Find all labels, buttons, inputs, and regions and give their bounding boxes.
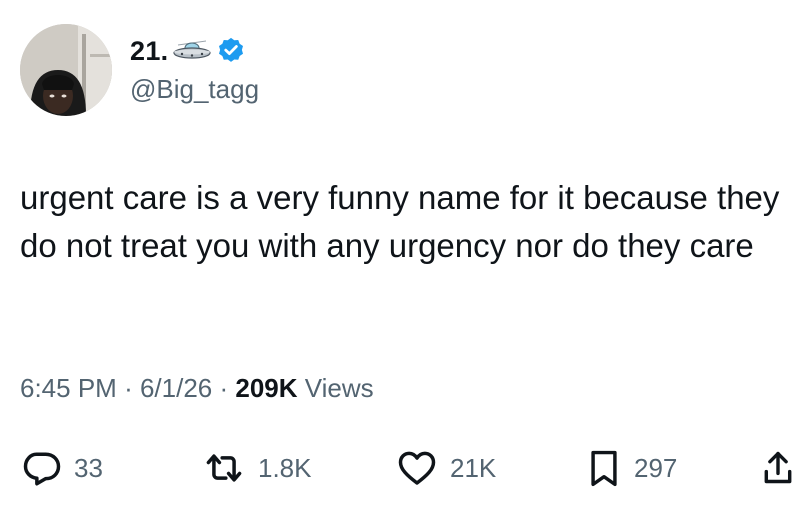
avatar[interactable] — [20, 24, 112, 116]
meta-separator: · — [219, 373, 236, 403]
meta-separator: · — [124, 373, 140, 403]
share-icon — [760, 446, 796, 490]
heart-icon — [394, 446, 440, 490]
tweet-time[interactable]: 6:45 PM — [20, 373, 117, 403]
reply-count: 33 — [74, 452, 103, 483]
bookmark-count: 297 — [634, 452, 678, 483]
retweet-icon — [200, 446, 248, 490]
display-name[interactable]: 21. — [130, 36, 168, 67]
tweet-text: urgent care is a very funny name for it … — [20, 179, 780, 264]
display-name-row[interactable]: 21. — [130, 34, 246, 68]
views-count: 209K — [235, 373, 298, 403]
reply-icon — [20, 446, 64, 490]
tweet-actions: 33 1.8K 21K 297 — [0, 440, 800, 496]
bookmark-icon — [584, 446, 624, 490]
retweet-button[interactable]: 1.8K — [200, 440, 312, 496]
tweet-card: 21. @Big_tagg urgent care is a very funn… — [0, 0, 800, 517]
retweet-count: 1.8K — [258, 452, 312, 483]
ufo-icon — [172, 39, 212, 63]
like-count: 21K — [450, 452, 497, 483]
views-label: Views — [304, 373, 374, 403]
tweet-date[interactable]: 6/1/26 — [140, 373, 212, 403]
like-button[interactable]: 21K — [394, 440, 496, 496]
avatar-image — [20, 24, 112, 116]
bookmark-button[interactable]: 297 — [584, 440, 677, 496]
verified-badge-icon[interactable] — [216, 36, 246, 66]
tweet-meta: 6:45 PM · 6/1/26 · 209K Views — [20, 373, 374, 404]
user-handle[interactable]: @Big_tagg — [130, 74, 259, 105]
reply-button[interactable]: 33 — [20, 440, 103, 496]
share-button[interactable] — [760, 440, 796, 496]
